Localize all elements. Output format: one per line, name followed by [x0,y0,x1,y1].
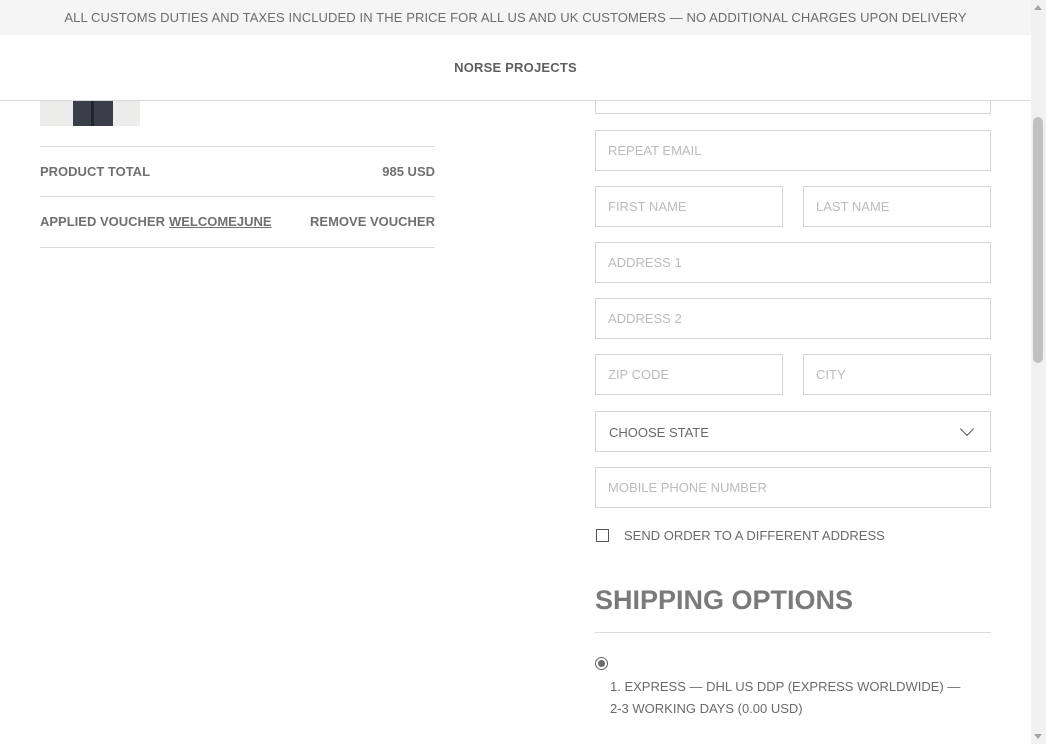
site-header: NORSE PROJECTS [0,35,1031,101]
last-name-field[interactable] [803,186,991,227]
remove-voucher-button[interactable]: REMOVE VOUCHER [310,214,435,229]
announcement-text: ALL CUSTOMS DUTIES AND TAXES INCLUDED IN… [64,10,967,25]
state-select-value: CHOOSE STATE [609,425,709,440]
repeat-email-field[interactable] [595,130,991,171]
first-name-field[interactable] [595,186,783,227]
voucher-label-group: APPLIED VOUCHER WELCOMEJUNE [40,214,272,229]
address1-field[interactable] [595,242,991,283]
shipping-option-radio[interactable] [595,657,608,670]
shipping-option-label[interactable]: 1. EXPRESS — DHL US DDP (EXPRESS WORLDWI… [610,676,970,720]
product-total-row: PRODUCT TOTAL 985 USD [40,146,435,197]
state-select[interactable]: CHOOSE STATE [595,411,991,452]
product-total-label: PRODUCT TOTAL [40,164,151,179]
announcement-bar: ALL CUSTOMS DUTIES AND TAXES INCLUDED IN… [0,0,1031,35]
scroll-down-arrow-icon[interactable] [1034,734,1042,739]
city-field[interactable] [803,354,991,395]
voucher-row: APPLIED VOUCHER WELCOMEJUNE REMOVE VOUCHE… [40,196,435,248]
radio-selected-dot [598,660,605,667]
address2-field[interactable] [595,298,991,339]
scroll-up-arrow-icon[interactable] [1034,5,1042,10]
different-address-label[interactable]: SEND ORDER TO A DIFFERENT ADDRESS [624,528,885,543]
vertical-scrollbar[interactable] [1031,0,1046,744]
brand-logo[interactable]: NORSE PROJECTS [454,60,577,75]
mobile-phone-field[interactable] [595,467,991,508]
scrollbar-thumb[interactable] [1033,117,1043,363]
product-total-value: 985 USD [382,164,435,179]
different-address-checkbox[interactable] [596,529,609,542]
divider [595,632,991,633]
chevron-down-icon [959,421,975,437]
voucher-code-link[interactable]: WELCOMEJUNE [169,214,272,229]
zip-code-field[interactable] [595,354,783,395]
shipping-options-heading: SHIPPING OPTIONS [595,585,854,615]
voucher-label: APPLIED VOUCHER [40,214,165,229]
